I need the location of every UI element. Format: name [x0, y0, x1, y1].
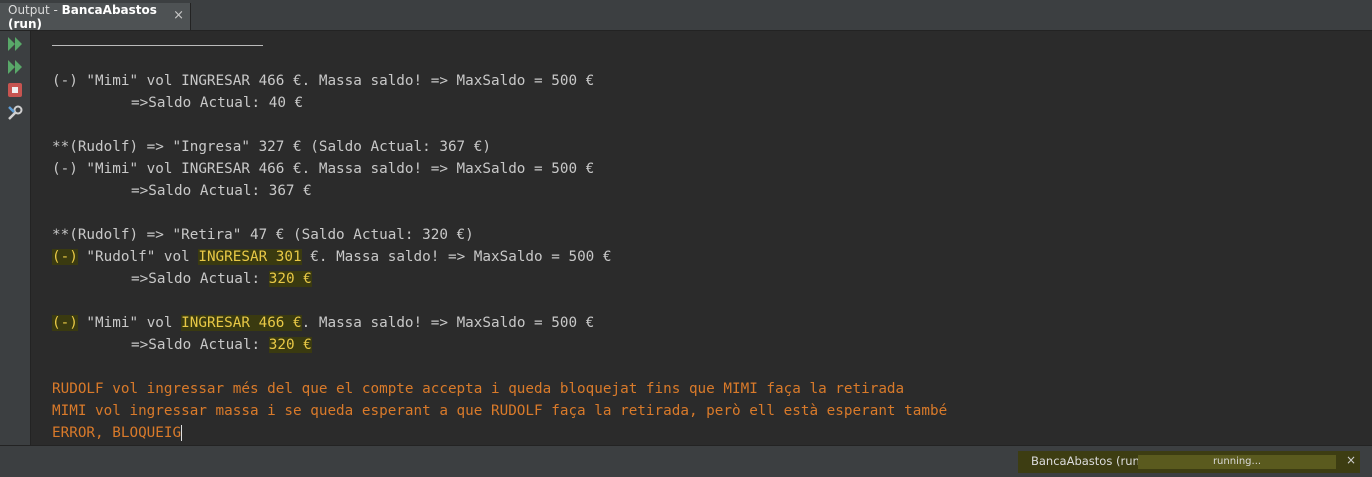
task-name: BancaAbastos (run): [1031, 454, 1145, 468]
output-toolbar: [0, 31, 31, 445]
console-line: =>Saldo Actual: 367 €: [131, 183, 312, 199]
status-bar: BancaAbastos (run) running... ×: [0, 445, 1372, 477]
error-line: MIMI vol ingressar massa i se queda espe…: [52, 403, 948, 419]
progress-bar: running...: [1138, 455, 1336, 469]
running-task[interactable]: BancaAbastos (run) running... ×: [1018, 451, 1360, 473]
line-segment: "Mimi" vol: [77, 315, 182, 331]
highlight: 320 €: [268, 271, 312, 287]
console-line: =>Saldo Actual: 320 €: [52, 336, 312, 354]
console-line: **(Rudolf) => "Ingresa" 327 € (Saldo Act…: [52, 139, 491, 155]
separator-line: [52, 45, 263, 46]
tab-close-button[interactable]: ×: [173, 8, 184, 23]
text-caret: [181, 425, 183, 441]
console-line: **(Rudolf) => "Retira" 47 € (Saldo Actua…: [52, 227, 474, 243]
highlight: 320 €: [268, 337, 312, 353]
line-segment: . Massa saldo! => MaxSaldo = 500 €: [301, 315, 595, 331]
line-segment: "Rudolf" vol: [77, 249, 199, 265]
line-segment: ERROR, BLOQUEIG: [52, 425, 182, 441]
highlight: INGRESAR 466 €: [181, 315, 302, 331]
error-line: ERROR, BLOQUEIG: [52, 424, 183, 442]
console-line: (-) "Mimi" vol INGRESAR 466 €. Massa sal…: [52, 161, 595, 177]
line-segment: =>Saldo Actual:: [131, 271, 269, 287]
highlight: (-): [52, 315, 78, 331]
tab-prefix: Output -: [8, 2, 62, 17]
highlight: INGRESAR 301: [198, 249, 302, 265]
highlight: (-): [52, 249, 78, 265]
settings-icon[interactable]: [6, 104, 24, 122]
rerun-debug-icon[interactable]: [6, 58, 24, 76]
tab-output[interactable]: Output - BancaAbastos (run) ×: [0, 3, 191, 31]
error-line: RUDOLF vol ingressar més del que el comp…: [52, 381, 905, 397]
console-line: =>Saldo Actual: 320 €: [52, 270, 312, 288]
console-line: (-) "Rudolf" vol INGRESAR 301 €. Massa s…: [52, 248, 612, 266]
tab-title: Output - BancaAbastos (run): [0, 3, 190, 31]
console-line: (-) "Mimi" vol INGRESAR 466 €. Massa sal…: [52, 73, 595, 89]
tab-bar: Output - BancaAbastos (run) ×: [0, 0, 1372, 31]
console-line: (-) "Mimi" vol INGRESAR 466 €. Massa sal…: [52, 314, 594, 332]
console-output[interactable]: (-) "Mimi" vol INGRESAR 466 €. Massa sal…: [31, 31, 1372, 445]
line-segment: €. Massa saldo! => MaxSaldo = 500 €: [301, 249, 612, 265]
rerun-icon[interactable]: [6, 35, 24, 53]
stop-icon[interactable]: [6, 81, 24, 99]
cancel-task-icon[interactable]: ×: [1346, 453, 1356, 467]
console-line: =>Saldo Actual: 40 €: [131, 95, 304, 111]
line-segment: =>Saldo Actual:: [131, 337, 269, 353]
